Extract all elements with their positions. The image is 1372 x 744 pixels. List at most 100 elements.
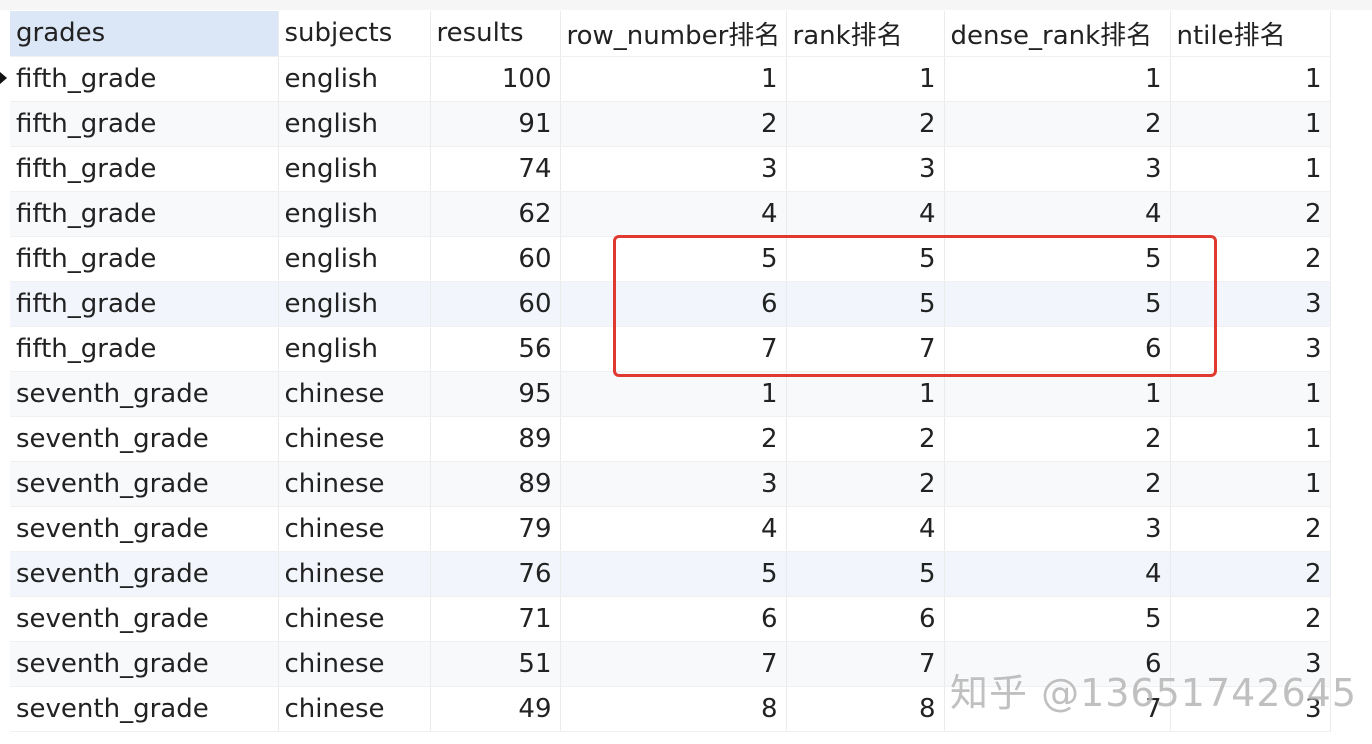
- cell-subjects[interactable]: english: [278, 326, 431, 372]
- cell-results[interactable]: 60: [430, 281, 561, 327]
- column-header-rank[interactable]: rank排名: [786, 11, 945, 57]
- cell-rank[interactable]: 7: [786, 641, 945, 687]
- table-row[interactable]: seventh_grade chinese 71 6 6 5 2: [10, 596, 1331, 642]
- cell-rank[interactable]: 7: [786, 326, 945, 372]
- cell-row-number[interactable]: 4: [560, 191, 787, 237]
- cell-grades[interactable]: fifth_grade: [10, 326, 279, 372]
- cell-subjects[interactable]: english: [278, 146, 431, 192]
- cell-row-number[interactable]: 1: [560, 56, 787, 102]
- cell-grades[interactable]: fifth_grade: [10, 146, 279, 192]
- cell-results[interactable]: 89: [430, 416, 561, 462]
- cell-dense-rank[interactable]: 2: [944, 416, 1171, 462]
- cell-ntile[interactable]: 1: [1170, 461, 1331, 507]
- cell-row-number[interactable]: 4: [560, 506, 787, 552]
- cell-rank[interactable]: 5: [786, 236, 945, 282]
- cell-row-number[interactable]: 5: [560, 551, 787, 597]
- cell-subjects[interactable]: chinese: [278, 551, 431, 597]
- cell-results[interactable]: 79: [430, 506, 561, 552]
- table-row[interactable]: seventh_grade chinese 95 1 1 1 1: [10, 371, 1331, 417]
- cell-rank[interactable]: 4: [786, 506, 945, 552]
- cell-subjects[interactable]: english: [278, 236, 431, 282]
- cell-grades[interactable]: fifth_grade: [10, 101, 279, 147]
- cell-dense-rank[interactable]: 3: [944, 146, 1171, 192]
- cell-results[interactable]: 51: [430, 641, 561, 687]
- cell-subjects[interactable]: english: [278, 56, 431, 102]
- cell-grades[interactable]: fifth_grade: [10, 191, 279, 237]
- cell-results[interactable]: 95: [430, 371, 561, 417]
- cell-rank[interactable]: 1: [786, 56, 945, 102]
- cell-subjects[interactable]: chinese: [278, 641, 431, 687]
- cell-grades[interactable]: seventh_grade: [10, 416, 279, 462]
- cell-row-number[interactable]: 6: [560, 281, 787, 327]
- cell-ntile[interactable]: 1: [1170, 101, 1331, 147]
- cell-ntile[interactable]: 1: [1170, 146, 1331, 192]
- table-row[interactable]: fifth_grade english 91 2 2 2 1: [10, 101, 1331, 147]
- cell-results[interactable]: 91: [430, 101, 561, 147]
- cell-row-number[interactable]: 2: [560, 101, 787, 147]
- cell-dense-rank[interactable]: 2: [944, 101, 1171, 147]
- cell-dense-rank[interactable]: 1: [944, 56, 1171, 102]
- cell-row-number[interactable]: 3: [560, 461, 787, 507]
- cell-dense-rank[interactable]: 3: [944, 506, 1171, 552]
- cell-grades[interactable]: seventh_grade: [10, 686, 279, 732]
- cell-dense-rank[interactable]: 4: [944, 191, 1171, 237]
- cell-rank[interactable]: 8: [786, 686, 945, 732]
- cell-results[interactable]: 100: [430, 56, 561, 102]
- table-row[interactable]: fifth_grade english 74 3 3 3 1: [10, 146, 1331, 192]
- cell-subjects[interactable]: chinese: [278, 416, 431, 462]
- cell-row-number[interactable]: 5: [560, 236, 787, 282]
- cell-dense-rank[interactable]: 5: [944, 596, 1171, 642]
- cell-results[interactable]: 89: [430, 461, 561, 507]
- cell-ntile[interactable]: 3: [1170, 326, 1331, 372]
- cell-rank[interactable]: 6: [786, 596, 945, 642]
- cell-ntile[interactable]: 3: [1170, 281, 1331, 327]
- table-row[interactable]: seventh_grade chinese 79 4 4 3 2: [10, 506, 1331, 552]
- cell-row-number[interactable]: 3: [560, 146, 787, 192]
- cell-dense-rank[interactable]: 4: [944, 551, 1171, 597]
- cell-row-number[interactable]: 2: [560, 416, 787, 462]
- current-row-indicator[interactable]: [0, 56, 10, 101]
- cell-subjects[interactable]: english: [278, 191, 431, 237]
- cell-grades[interactable]: seventh_grade: [10, 641, 279, 687]
- cell-ntile[interactable]: 2: [1170, 191, 1331, 237]
- cell-results[interactable]: 62: [430, 191, 561, 237]
- cell-ntile[interactable]: 2: [1170, 506, 1331, 552]
- cell-subjects[interactable]: chinese: [278, 506, 431, 552]
- cell-subjects[interactable]: english: [278, 281, 431, 327]
- cell-subjects[interactable]: chinese: [278, 461, 431, 507]
- table-row[interactable]: seventh_grade chinese 89 3 2 2 1: [10, 461, 1331, 507]
- cell-results[interactable]: 76: [430, 551, 561, 597]
- cell-grades[interactable]: fifth_grade: [10, 56, 279, 102]
- cell-grades[interactable]: fifth_grade: [10, 236, 279, 282]
- cell-results[interactable]: 74: [430, 146, 561, 192]
- cell-results[interactable]: 60: [430, 236, 561, 282]
- cell-subjects[interactable]: chinese: [278, 596, 431, 642]
- cell-row-number[interactable]: 7: [560, 641, 787, 687]
- table-row[interactable]: fifth_grade english 100 1 1 1 1: [10, 56, 1331, 102]
- column-header-grades[interactable]: grades: [10, 11, 279, 57]
- cell-row-number[interactable]: 1: [560, 371, 787, 417]
- cell-rank[interactable]: 3: [786, 146, 945, 192]
- cell-results[interactable]: 56: [430, 326, 561, 372]
- cell-rank[interactable]: 2: [786, 101, 945, 147]
- cell-grades[interactable]: seventh_grade: [10, 596, 279, 642]
- cell-subjects[interactable]: chinese: [278, 371, 431, 417]
- cell-ntile[interactable]: 1: [1170, 56, 1331, 102]
- cell-rank[interactable]: 5: [786, 551, 945, 597]
- column-header-results[interactable]: results: [430, 11, 561, 57]
- cell-grades[interactable]: seventh_grade: [10, 506, 279, 552]
- cell-grades[interactable]: seventh_grade: [10, 551, 279, 597]
- cell-rank[interactable]: 2: [786, 461, 945, 507]
- cell-ntile[interactable]: 1: [1170, 371, 1331, 417]
- table-row[interactable]: fifth_grade english 60 5 5 5 2: [10, 236, 1331, 282]
- cell-subjects[interactable]: chinese: [278, 686, 431, 732]
- cell-row-number[interactable]: 7: [560, 326, 787, 372]
- cell-ntile[interactable]: 2: [1170, 236, 1331, 282]
- cell-ntile[interactable]: 2: [1170, 596, 1331, 642]
- cell-rank[interactable]: 4: [786, 191, 945, 237]
- cell-ntile[interactable]: 2: [1170, 551, 1331, 597]
- table-row[interactable]: seventh_grade chinese 89 2 2 2 1: [10, 416, 1331, 462]
- cell-rank[interactable]: 2: [786, 416, 945, 462]
- table-row[interactable]: seventh_grade chinese 76 5 5 4 2: [10, 551, 1331, 597]
- cell-dense-rank[interactable]: 5: [944, 236, 1171, 282]
